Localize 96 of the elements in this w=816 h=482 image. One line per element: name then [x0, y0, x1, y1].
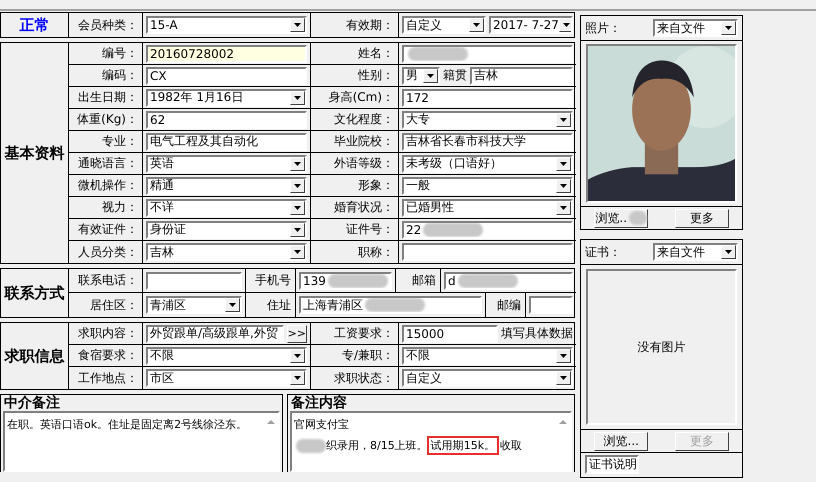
section-title: 正常: [1, 13, 69, 37]
browse-button[interactable]: 浏览..: [594, 208, 648, 228]
text-field[interactable]: 15000: [402, 324, 498, 342]
highlighted-text: 试用期15k。: [430, 439, 496, 452]
field-label: 居住区：: [69, 293, 143, 317]
field-label: 工资要求：: [311, 323, 399, 344]
field-label: 视力：: [69, 197, 143, 218]
field-label: 体重(Kg)：: [69, 109, 143, 130]
note-text: 官网支付宝: [294, 418, 349, 431]
dropdown[interactable]: 精通: [146, 176, 307, 194]
field-label: 身高(Cm)：: [311, 87, 399, 108]
field-label: 填写具体数据: [501, 325, 573, 342]
notes-field[interactable]: 官网支付宝 织录用，8/15上班。 试用期15k。 收取: [290, 411, 572, 472]
note-text: 织录用，8/15上班。: [326, 439, 428, 452]
field-label: 食宿要求：: [69, 345, 143, 366]
field-label: 有效期：: [311, 13, 399, 37]
field-label: 编码：: [69, 65, 143, 86]
field-label: 姓名：: [311, 43, 399, 64]
section-title: 备注内容: [290, 395, 348, 411]
section-title: 联系方式: [1, 269, 69, 317]
text-field[interactable]: 电气工程及其自动化: [146, 132, 307, 150]
dropdown[interactable]: 来自文件: [653, 19, 738, 37]
dropdown[interactable]: 不详: [146, 198, 307, 216]
field-label: 证件号：: [311, 219, 399, 240]
field-label: 住址: [246, 293, 296, 317]
text-field[interactable]: 22: [402, 220, 573, 238]
text-field[interactable]: 20160728002: [146, 44, 307, 62]
field-label: 出生日期：: [69, 87, 143, 108]
text-field[interactable]: 吉林省长春市科技大学: [402, 132, 573, 150]
text-field[interactable]: 172: [402, 88, 573, 106]
field-label: 性别：: [311, 65, 399, 86]
dropdown[interactable]: 青浦区: [146, 296, 242, 314]
field-label: 手机号: [246, 269, 296, 292]
field-label: 联系电话：: [69, 269, 143, 292]
field-label: 专/兼职：: [311, 345, 399, 366]
dropdown[interactable]: 1982年 1月16日: [146, 88, 307, 106]
dropdown[interactable]: 自定义: [402, 16, 486, 34]
field-label: 有效证件：: [69, 219, 143, 240]
section-title: 基本资料: [1, 43, 69, 263]
text-field[interactable]: [402, 243, 573, 261]
scroll-up-icon[interactable]: [558, 418, 568, 426]
field-label: 会员种类：: [69, 13, 143, 37]
field-label: 求职内容：: [69, 323, 143, 344]
empty-image-text: 没有图片: [586, 269, 737, 425]
notes-field[interactable]: 在职。英语口语ok。住址是固定离2号线徐泾东。: [3, 411, 280, 472]
dropdown[interactable]: 不限: [146, 346, 307, 364]
field-label: 邮箱: [396, 269, 441, 292]
text-field[interactable]: [529, 296, 573, 314]
dropdown[interactable]: 身份证: [146, 220, 307, 238]
text-field[interactable]: 上海青浦区: [299, 296, 482, 314]
dropdown[interactable]: 已婚男性: [402, 198, 573, 216]
dropdown[interactable]: 自定义: [402, 369, 573, 387]
more-button[interactable]: 更多: [674, 208, 729, 228]
section-title: 中介备注: [3, 395, 61, 411]
dropdown[interactable]: 一般: [402, 176, 573, 194]
text-field[interactable]: 62: [146, 110, 307, 128]
field-label: 形象：: [311, 175, 399, 196]
text-field[interactable]: CX: [146, 66, 307, 84]
field-label: 外语等级：: [311, 153, 399, 174]
dropdown[interactable]: 吉林: [146, 243, 307, 261]
dropdown[interactable]: 2017- 7-27: [489, 16, 573, 34]
dropdown[interactable]: 来自文件: [653, 243, 738, 261]
text-field[interactable]: d: [444, 272, 573, 290]
field-label: 专业：: [69, 131, 143, 152]
text-field[interactable]: 吉林: [470, 66, 573, 84]
field-label: 籍贯: [443, 67, 467, 84]
field-label: 证书：: [585, 244, 621, 260]
scroll-up-icon[interactable]: [266, 418, 276, 426]
field-label: 编号：: [69, 43, 143, 64]
dropdown[interactable]: 不限: [402, 346, 573, 364]
field-label: 人员分类：: [69, 241, 143, 263]
field-label: 求职状态：: [311, 367, 399, 389]
section-title: 求职信息: [1, 323, 69, 389]
field-label: 毕业院校：: [311, 131, 399, 152]
dropdown[interactable]: 市区: [146, 369, 307, 387]
field-label: 文化程度：: [311, 109, 399, 130]
dropdown[interactable]: 未考级（口语好）: [402, 154, 573, 172]
field-label: 照片：: [585, 20, 621, 36]
field-label: 职称：: [311, 241, 399, 263]
text-field[interactable]: 外贸跟单/高级跟单,外贸: [146, 324, 284, 342]
text-field[interactable]: [146, 272, 242, 290]
dropdown[interactable]: 大专: [402, 110, 573, 128]
text-field[interactable]: 139: [299, 272, 392, 290]
caption-field[interactable]: 证书说明: [585, 455, 639, 474]
note-text: 收取: [500, 439, 522, 452]
field-label: 婚育状况：: [311, 197, 399, 218]
field-label: 微机操作：: [69, 175, 143, 196]
field-label: 通晓语言：: [69, 153, 143, 174]
browse-button[interactable]: 浏览...: [594, 432, 648, 450]
text-field[interactable]: [402, 44, 573, 62]
dropdown[interactable]: 男: [402, 66, 440, 84]
dropdown[interactable]: 15-A: [146, 16, 307, 34]
dropdown[interactable]: 英语: [146, 154, 307, 172]
more-button[interactable]: >>: [286, 324, 307, 342]
field-label: 邮编: [486, 293, 526, 317]
field-label: 工作地点：: [69, 367, 143, 389]
